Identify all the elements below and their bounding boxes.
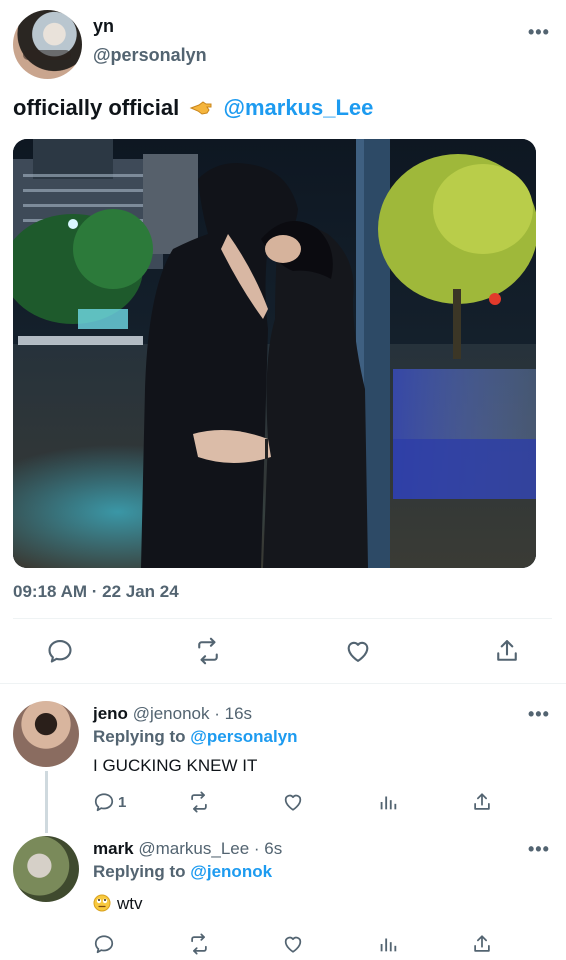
author-handle[interactable]: @personalyn [93, 45, 207, 66]
reply-icon[interactable] [93, 791, 115, 813]
reply-count: 1 [118, 794, 127, 811]
replying-to: Replying to @personalyn [93, 727, 298, 747]
divider [13, 618, 552, 619]
face-with-rolling-eyes-emoji-icon [93, 894, 111, 912]
reply-header: jeno @jenonok · 16s [93, 704, 252, 724]
share-icon[interactable] [471, 933, 493, 955]
replying-to: Replying to @jenonok [93, 862, 272, 882]
tweet-photo[interactable] [13, 139, 536, 568]
more-icon[interactable]: ••• [528, 704, 550, 725]
reply-header: mark @markus_Lee · 6s [93, 839, 282, 859]
like-icon[interactable] [282, 933, 304, 955]
author-avatar[interactable] [13, 10, 82, 79]
replying-to-link[interactable]: @personalyn [190, 727, 297, 746]
tweet-mention-link[interactable]: @markus_Lee [224, 95, 374, 120]
retweet-icon[interactable] [188, 933, 210, 955]
views-icon[interactable] [377, 933, 399, 955]
tweet-text: officially official @markus_Lee [13, 95, 373, 121]
views-icon[interactable] [377, 791, 399, 813]
like-icon[interactable] [344, 637, 372, 665]
more-icon[interactable]: ••• [528, 839, 550, 860]
share-icon[interactable] [493, 637, 521, 665]
share-icon[interactable] [471, 791, 493, 813]
reply-time[interactable]: · 16s [214, 704, 252, 723]
author-name[interactable]: yn [93, 16, 114, 37]
retweet-icon[interactable] [194, 637, 222, 665]
reply-author-handle[interactable]: @markus_Lee [138, 839, 249, 858]
tweet-timestamp[interactable]: 09:18 AM · 22 Jan 24 [13, 582, 179, 602]
reply-author-name[interactable]: mark [93, 839, 134, 858]
reply-avatar[interactable] [13, 836, 79, 902]
more-icon[interactable]: ••• [528, 22, 550, 43]
retweet-icon[interactable] [188, 791, 210, 813]
reply-time[interactable]: · 6s [254, 839, 282, 858]
divider [0, 683, 566, 684]
reply-avatar[interactable] [13, 701, 79, 767]
reply-body: I GUCKING KNEW IT [93, 756, 258, 775]
replying-to-link[interactable]: @jenonok [190, 862, 272, 881]
pointing-hand-emoji-icon [190, 101, 212, 115]
photo-scene [13, 139, 536, 568]
reply-author-name[interactable]: jeno [93, 704, 128, 723]
like-icon[interactable] [282, 791, 304, 813]
reply-icon[interactable] [93, 933, 115, 955]
thread-line [45, 771, 48, 833]
reply-author-handle[interactable]: @jenonok [133, 704, 210, 723]
reply-body: wtv [93, 894, 143, 914]
reply-icon[interactable] [46, 637, 74, 665]
replying-to-label: Replying to [93, 727, 186, 746]
reply-body-text: wtv [117, 894, 143, 913]
tweet-text-body: officially official [13, 95, 180, 120]
replying-to-label: Replying to [93, 862, 186, 881]
